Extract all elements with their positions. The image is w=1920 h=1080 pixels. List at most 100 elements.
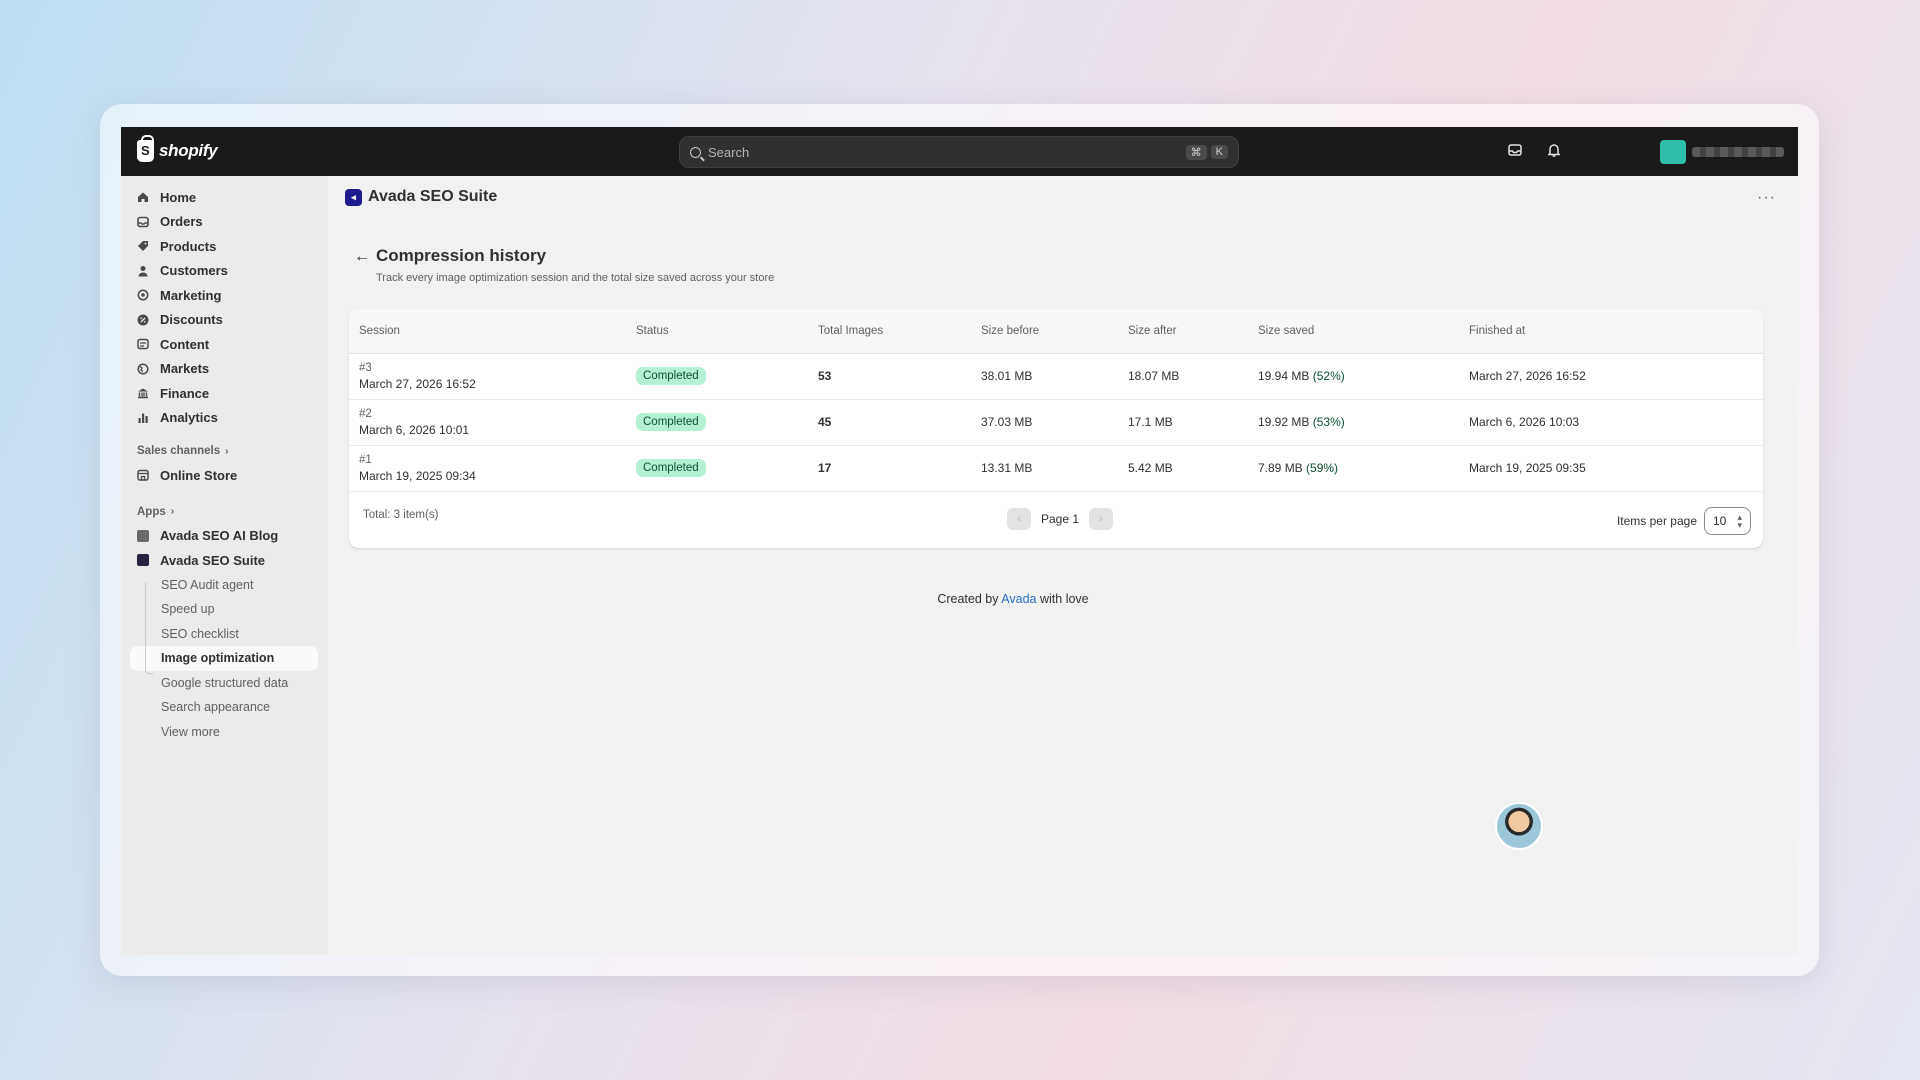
column-header: Size after [1128,309,1258,354]
table-row[interactable]: #2 March 6, 2026 10:01 Completed 45 37.03… [349,399,1763,445]
size-saved-cell: 19.92 MB (53%) [1258,399,1469,445]
session-cell: #3 March 27, 2026 16:52 [349,353,636,399]
history-card: Session Status Total Images Size before … [349,309,1763,548]
size-saved-cell: 19.94 MB (52%) [1258,353,1469,399]
more-actions-icon[interactable]: ··· [1757,189,1776,207]
sidebar-item-label: Avada SEO Suite [160,552,265,568]
session-date: March 27, 2026 16:52 [359,376,476,391]
support-chat-avatar[interactable] [1495,802,1543,850]
sidebar-item-discounts[interactable]: Discounts [121,308,328,333]
size-after-cell: 17.1 MB [1128,415,1173,429]
search-bar[interactable]: Search ⌘ K [679,136,1239,168]
sidebar-item-content[interactable]: Content [121,332,328,357]
sidebar-item-label: Avada SEO AI Blog [160,528,279,544]
items-per-page-value: 10 [1713,514,1727,528]
sidebar-item-label: Markets [160,361,210,377]
select-arrows-icon: ▴ ▾ [1737,512,1742,530]
status-cell: Completed [636,445,818,491]
sidebar-subitem-structured-data[interactable]: Google structured data [121,671,328,696]
size-saved-percent: (53%) [1312,415,1345,429]
total-images-cell: 53 [818,369,832,383]
sidebar-item-label: Analytics [160,410,218,426]
sidebar-item-markets[interactable]: Markets [121,357,328,382]
search-placeholder: Search [708,144,750,160]
sidebar-item-customers[interactable]: Customers [121,259,328,284]
shortcut-cmd-key: ⌘ [1185,144,1207,160]
bell-icon[interactable] [1545,142,1563,160]
content-icon [137,339,149,350]
sidebar-item-avada-seo-suite[interactable]: Avada SEO Suite [121,548,328,573]
session-id: #3 [359,361,372,374]
sidebar-subitem-image-optimization[interactable]: Image optimization [130,646,318,671]
session-cell: #1 March 19, 2025 09:34 [349,445,636,491]
back-arrow-icon[interactable]: ← [354,248,370,266]
sidebar-item-label: Marketing [160,287,222,303]
session-id: #2 [359,407,372,420]
discount-icon [137,314,149,326]
sidebar-item-online-store[interactable]: Online Store [121,463,328,488]
size-saved-percent: (59%) [1306,461,1339,475]
sidebar-item-label: Content [160,336,210,352]
sidebar-subitem-seo-audit[interactable]: SEO Audit agent [121,573,328,598]
sidebar-item-avada-ai-blog[interactable]: Avada SEO AI Blog [121,524,328,549]
total-count: Total: 3 item(s) [363,509,439,521]
shopify-logo[interactable]: shopify [137,135,218,162]
pagination: ‹ Page 1 › [1007,508,1114,530]
size-saved-value: 7.89 MB [1258,461,1303,475]
sidebar-item-label: Online Store [160,467,238,483]
size-saved-value: 19.92 MB [1258,415,1310,429]
sidebar-item-label: Discounts [160,312,223,328]
inbox-icon[interactable] [1506,142,1524,160]
size-saved-cell: 7.89 MB (59%) [1258,445,1469,491]
size-before-cell: 38.01 MB [981,369,1033,383]
home-icon [138,192,148,203]
size-before-cell: 37.03 MB [981,415,1033,429]
table-row[interactable]: #1 March 19, 2025 09:34 Completed 17 13.3… [349,445,1763,491]
sidebar-item-analytics[interactable]: Analytics [121,406,328,431]
bank-icon [138,388,148,399]
total-images-cell: 17 [818,461,832,475]
app-header: ◂ Avada SEO Suite [345,188,497,206]
sidebar-item-orders[interactable]: Orders [121,210,328,235]
avada-link[interactable]: Avada [1001,592,1036,606]
sidebar-item-products[interactable]: Products [121,234,328,259]
sidebar-item-marketing[interactable]: Marketing [121,283,328,308]
compression-history-table: Session Status Total Images Size before … [349,309,1763,492]
person-icon [138,265,148,277]
sidebar-subitem-seo-checklist[interactable]: SEO checklist [121,622,328,647]
sidebar-subitem-speed-up[interactable]: Speed up [121,597,328,622]
sidebar-item-home[interactable]: Home [121,185,328,210]
main-nav: Home Orders Products Customers Marketing… [121,176,328,430]
total-images-cell: 45 [818,415,832,429]
status-badge: Completed [636,413,706,431]
sidebar-subitem-view-more[interactable]: View more [121,720,328,745]
apps-heading[interactable]: Apps › [121,500,328,524]
column-header: Size saved [1258,309,1469,354]
prev-page-button[interactable]: ‹ [1007,508,1031,530]
search-icon [690,146,701,158]
avada-logo-icon: ◂ [345,188,362,206]
store-menu[interactable] [1660,140,1784,164]
sidebar-item-label: Home [160,189,197,205]
shortcut-k-key: K [1210,145,1228,159]
tree-connector-hook [145,666,153,674]
sidebar-item-label: Orders [160,214,203,230]
store-icon [137,470,149,481]
status-badge: Completed [636,367,706,385]
sidebar-subitem-search-appearance[interactable]: Search appearance [121,695,328,720]
sidebar-item-finance[interactable]: Finance [121,381,328,406]
session-id: #1 [359,453,372,466]
items-per-page-select[interactable]: 10 ▴ ▾ [1704,507,1751,535]
app-seo-suite-icon [137,554,149,567]
top-bar: shopify Search ⌘ K [121,127,1798,176]
next-page-button[interactable]: › [1089,508,1114,530]
orders-icon [137,216,149,228]
status-cell: Completed [636,399,818,445]
size-after-cell: 5.42 MB [1128,461,1173,475]
shopify-bag-icon [137,135,154,162]
footer-credit: Created by Avada with love [328,592,1698,606]
table-row[interactable]: #3 March 27, 2026 16:52 Completed 53 38.0… [349,353,1763,399]
sidebar-item-label: Products [160,238,217,254]
sales-channels-heading[interactable]: Sales channels › [121,439,328,463]
